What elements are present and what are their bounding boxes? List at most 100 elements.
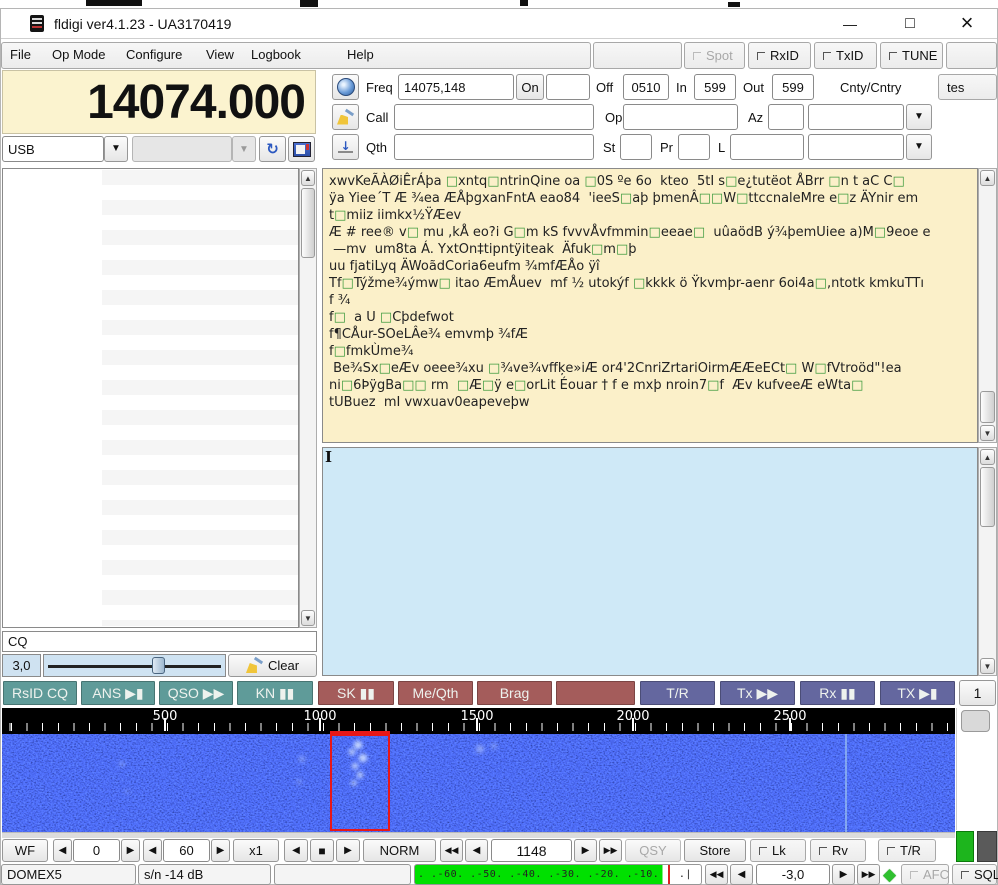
scroll-down-button[interactable]: ▼ xyxy=(980,658,995,674)
signal-browser-list[interactable] xyxy=(2,168,299,628)
tune-toggle[interactable]: TUNE xyxy=(880,42,943,69)
rxid-toggle[interactable]: RxID xyxy=(748,42,811,69)
scroll-left-button[interactable]: ◀ xyxy=(284,839,308,862)
macro-button-tr[interactable]: T/R xyxy=(639,680,716,706)
browser-scrollbar[interactable]: ▲ ▼ xyxy=(299,168,317,628)
waterfall-side-slider[interactable] xyxy=(961,710,990,732)
logbook-button[interactable] xyxy=(288,136,315,162)
browser-cq-filter-input[interactable]: CQ xyxy=(2,631,317,652)
call-input[interactable] xyxy=(394,104,594,130)
status-mode[interactable]: DOMEX5 xyxy=(1,864,136,885)
clear-log-fields-button[interactable] xyxy=(332,104,359,130)
menu-view[interactable]: View xyxy=(206,47,234,62)
macro-button-qso[interactable]: QSO ▶▶ xyxy=(158,680,234,706)
offset-fast-left-button[interactable]: ◀◀ xyxy=(705,864,728,885)
slider-handle[interactable] xyxy=(152,657,165,674)
region-dropdown-button[interactable]: ▼ xyxy=(906,134,932,160)
macro-button-tx2[interactable]: TX ▶▮ xyxy=(879,680,956,706)
rx-text-pane[interactable]: xwvKeÃÀØiÊrÁþa □xntq□ntrinQine oa □0S ºe… xyxy=(322,168,978,443)
menu-configure[interactable]: Configure xyxy=(126,47,182,62)
qth-input[interactable] xyxy=(394,134,594,160)
qrz-lookup-button[interactable] xyxy=(332,74,359,100)
store-button[interactable]: Store xyxy=(684,839,746,862)
speed-button[interactable]: NORM xyxy=(363,839,436,862)
offset-left-button[interactable]: ◀ xyxy=(730,864,753,885)
scroll-up-button[interactable]: ▲ xyxy=(980,170,995,186)
ref-level-value[interactable]: 0 xyxy=(73,839,120,862)
browser-clear-button[interactable]: Clear xyxy=(228,654,317,677)
range-down-button[interactable]: ◀ xyxy=(143,839,162,862)
frequency-display[interactable]: 14074.000 xyxy=(2,70,316,134)
waterfall-frequency-ruler[interactable]: 500 1000 1500 2000 2500 xyxy=(2,708,955,734)
transmit-receive-toggle[interactable]: T/R xyxy=(878,839,936,862)
macro-button-rsid-cq[interactable]: RsID CQ xyxy=(2,680,78,706)
pr-input[interactable] xyxy=(678,134,710,160)
carrier-fast-right-button[interactable]: ▶▶ xyxy=(599,839,622,862)
macro-button-kn[interactable]: KN ▮▮ xyxy=(236,680,314,706)
wf-mode-button[interactable]: WF xyxy=(2,839,48,862)
macro-button-ans[interactable]: ANS ▶▮ xyxy=(80,680,156,706)
spot-toggle[interactable]: Spot xyxy=(684,42,745,69)
scroll-up-button[interactable]: ▲ xyxy=(301,170,315,186)
offset-fast-right-button[interactable]: ▶▶ xyxy=(857,864,880,885)
scrollbar-thumb[interactable] xyxy=(301,188,315,258)
scroll-down-button[interactable]: ▼ xyxy=(301,610,315,626)
rx-scrollbar[interactable]: ▲ ▼ xyxy=(978,168,997,443)
tx-text-pane[interactable]: I xyxy=(322,447,978,676)
notes-tab-clipped[interactable]: tes xyxy=(938,74,997,100)
az-input[interactable] xyxy=(768,104,804,130)
ref-level-up-button[interactable]: ▶ xyxy=(121,839,140,862)
range-up-button[interactable]: ▶ xyxy=(211,839,230,862)
offset-value[interactable]: -3,0 xyxy=(756,864,830,885)
tx-scrollbar[interactable]: ▲ ▼ xyxy=(978,447,997,676)
macro-button-tx[interactable]: Tx ▶▶ xyxy=(719,680,796,706)
time-on-input[interactable] xyxy=(546,74,590,100)
macro-button-me-qth[interactable]: Me/Qth xyxy=(397,680,474,706)
waterfall-display[interactable] xyxy=(2,734,955,832)
time-off-input[interactable]: 0510 xyxy=(623,74,669,100)
afc-toggle[interactable]: AFC xyxy=(901,864,949,885)
st-input[interactable] xyxy=(620,134,652,160)
carrier-right-button[interactable]: ▶ xyxy=(574,839,597,862)
loc-input[interactable] xyxy=(730,134,804,160)
scrollbar-thumb[interactable] xyxy=(980,391,995,423)
macro-button-brag[interactable]: Brag xyxy=(476,680,553,706)
range-value[interactable]: 60 xyxy=(163,839,210,862)
time-on-button[interactable]: On xyxy=(516,74,544,100)
reverse-toggle[interactable]: Rv xyxy=(810,839,866,862)
menu-op-mode[interactable]: Op Mode xyxy=(52,47,105,62)
ref-level-down-button[interactable]: ◀ xyxy=(53,839,72,862)
mode-dropdown-button[interactable]: ▼ xyxy=(104,136,128,162)
country-dropdown-button[interactable]: ▼ xyxy=(906,104,932,130)
carrier-fast-left-button[interactable]: ◀◀ xyxy=(440,839,463,862)
maximize-button[interactable]: □ xyxy=(896,11,924,37)
macro-button-empty[interactable] xyxy=(555,680,636,706)
lock-toggle[interactable]: Lk xyxy=(750,839,806,862)
waterfall-cursor-box[interactable] xyxy=(330,731,390,831)
carrier-left-button[interactable]: ◀ xyxy=(465,839,488,862)
magnification-button[interactable]: x1 xyxy=(233,839,279,862)
menu-logbook[interactable]: Logbook xyxy=(251,47,301,62)
op-input[interactable] xyxy=(623,104,738,130)
macro-page-indicator[interactable]: 1 xyxy=(959,680,996,706)
macro-button-sk[interactable]: SK ▮▮ xyxy=(317,680,395,706)
offset-right-button[interactable]: ▶ xyxy=(832,864,855,885)
freq-input[interactable]: 14075,148 xyxy=(398,74,514,100)
macro-button-rx[interactable]: Rx ▮▮ xyxy=(799,680,876,706)
carrier-frequency-value[interactable]: 1148 xyxy=(491,839,572,862)
mode-select[interactable]: USB xyxy=(2,136,104,162)
scroll-down-button[interactable]: ▼ xyxy=(980,425,995,441)
scrollbar-thumb[interactable] xyxy=(980,467,995,527)
refresh-rig-button[interactable]: ↻ xyxy=(259,136,286,162)
scroll-up-button[interactable]: ▲ xyxy=(980,449,995,465)
save-qso-button[interactable]: ↓ xyxy=(332,134,359,160)
region-input[interactable] xyxy=(808,134,904,160)
browser-squelch-slider[interactable] xyxy=(43,654,226,677)
close-button[interactable]: × xyxy=(953,9,981,37)
wf-pause-button[interactable]: ■ xyxy=(310,839,334,862)
txid-toggle[interactable]: TxID xyxy=(814,42,877,69)
squelch-toggle[interactable]: SQL xyxy=(952,864,997,885)
country-input[interactable] xyxy=(808,104,904,130)
squelch-level-bar[interactable] xyxy=(956,831,974,862)
scroll-right-button[interactable]: ▶ xyxy=(336,839,360,862)
